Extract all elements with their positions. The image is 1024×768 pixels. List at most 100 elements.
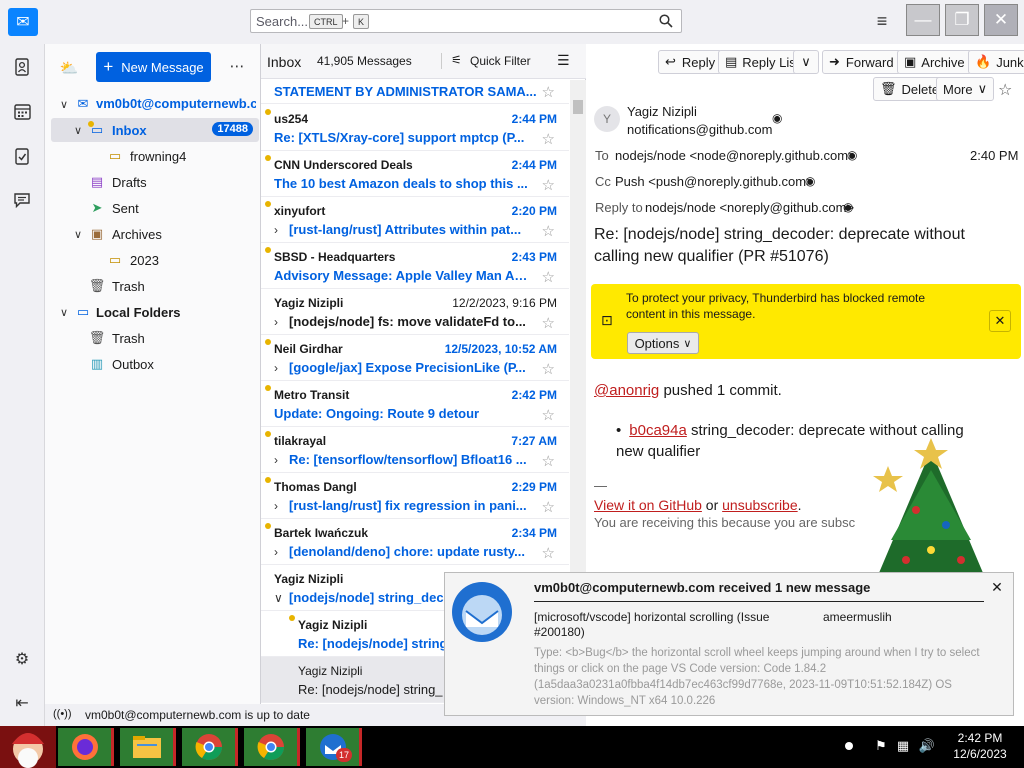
message-row[interactable]: Neil Girdhar 12/5/2023, 10:52 AM › [google/… <box>261 335 569 381</box>
folder-2023[interactable]: ▭ 2023 <box>51 248 259 272</box>
folder-drafts[interactable]: ▤ Drafts <box>51 170 259 194</box>
chrome-taskbar-icon-2[interactable] <box>244 728 300 766</box>
file-explorer-taskbar-icon[interactable] <box>120 728 176 766</box>
forward-button[interactable]: ➜ Forward <box>822 50 901 74</box>
message-row[interactable]: tilakrayal 7:27 AM › Re: [tensorflow/tensor… <box>261 427 569 473</box>
address-book-icon[interactable] <box>11 56 33 78</box>
display-options-icon[interactable]: ☰ <box>557 52 570 69</box>
star-icon[interactable]: ☆ <box>542 314 555 332</box>
contact-icon[interactable]: ◉ <box>805 174 815 188</box>
thread-expand-icon[interactable]: › <box>274 453 278 467</box>
to-value[interactable]: nodejs/node <node@noreply.github.com> <box>615 148 856 163</box>
star-icon[interactable]: ☆ <box>542 406 555 424</box>
message-row[interactable]: SBSD - Headquarters 2:43 PM Advisory Messa… <box>261 243 569 289</box>
taskbar-clock[interactable]: 2:42 PM 12/6/2023 <box>944 730 1016 762</box>
contact-icon[interactable]: ◉ <box>847 148 857 162</box>
network-tray-icon[interactable]: ▦ <box>894 736 912 756</box>
mail-space-icon[interactable]: ✉ <box>8 8 38 36</box>
user-link[interactable]: @anonrig <box>594 382 659 399</box>
volume-tray-icon[interactable]: 🔊 <box>918 736 936 756</box>
cc-value[interactable]: Push <push@noreply.github.com> <box>615 174 814 189</box>
archive-button[interactable]: ▣ Archive <box>897 50 972 74</box>
close-window-button[interactable]: ✕ <box>984 4 1018 36</box>
reply-list-dropdown[interactable]: ∨ <box>793 50 819 74</box>
view-github-link[interactable]: View it on GitHub <box>594 497 702 513</box>
search-icon[interactable] <box>657 12 675 30</box>
star-icon[interactable]: ☆ <box>542 130 555 148</box>
folder-pane-more-icon[interactable]: ⋯ <box>229 56 245 76</box>
unsubscribe-link[interactable]: unsubscribe <box>722 497 798 513</box>
thread-expand-icon[interactable]: › <box>274 223 278 237</box>
collapse-spaces-icon[interactable]: ⇤ <box>11 692 33 714</box>
chevron-down-icon[interactable]: ∨ <box>57 97 71 111</box>
tasks-icon[interactable] <box>11 145 33 167</box>
restore-button[interactable]: ❐ <box>945 4 979 36</box>
options-button[interactable]: Options ∨ <box>627 332 699 354</box>
minimize-button[interactable]: — <box>906 4 940 36</box>
settings-gear-icon[interactable]: ⚙ <box>11 648 33 670</box>
star-icon[interactable]: ☆ <box>542 268 555 286</box>
tray-dot-icon[interactable] <box>845 742 853 750</box>
star-icon[interactable]: ☆ <box>542 83 555 101</box>
chrome-taskbar-icon[interactable] <box>182 728 238 766</box>
star-icon[interactable]: ☆ <box>542 222 555 240</box>
reply-button[interactable]: ↩ Reply <box>658 50 723 74</box>
folder-sent[interactable]: ➤ Sent <box>51 196 259 220</box>
star-icon[interactable]: ☆ <box>542 498 555 516</box>
firefox-taskbar-icon[interactable] <box>58 728 114 766</box>
message-row[interactable]: Bartek Iwańczuk 2:34 PM › [denoland/deno] c… <box>261 519 569 565</box>
new-mail-notification[interactable]: vm0b0t@computernewb.com received 1 new m… <box>444 572 1014 716</box>
chat-icon[interactable] <box>11 189 33 211</box>
global-search-input[interactable]: Search... CTRL + K <box>250 9 682 33</box>
folder-inbox[interactable]: ∨ ▭ Inbox 17488 <box>51 118 259 142</box>
star-icon[interactable]: ☆ <box>542 544 555 562</box>
star-icon[interactable]: ☆ <box>542 360 555 378</box>
thread-expand-icon[interactable]: › <box>274 545 278 559</box>
star-icon[interactable]: ☆ <box>542 452 555 470</box>
chevron-down-icon[interactable]: ∨ <box>71 227 85 241</box>
flag-tray-icon[interactable]: ⚑ <box>872 736 890 756</box>
close-notification-button[interactable]: ✕ <box>989 310 1011 332</box>
pushed-text: pushed 1 commit. <box>663 382 782 399</box>
contact-icon[interactable]: ◉ <box>843 200 853 214</box>
more-button[interactable]: More ∨ <box>936 77 995 101</box>
folder-outbox[interactable]: ▥ Outbox <box>51 352 259 376</box>
app-menu-icon[interactable]: ≡ <box>871 10 893 32</box>
commit-link[interactable]: b0ca94a <box>629 422 687 439</box>
star-icon[interactable]: ☆ <box>998 80 1012 100</box>
thread-expand-icon[interactable]: › <box>274 361 278 375</box>
thunderbird-taskbar-icon[interactable]: 17 <box>306 728 362 766</box>
folder-trash[interactable]: 🗑 Trash <box>51 274 259 298</box>
sender-email[interactable]: notifications@github.com <box>627 122 772 137</box>
message-row[interactable]: Metro Transit 2:42 PM Update: Ongoing: Rou… <box>261 381 569 427</box>
star-icon[interactable]: ☆ <box>542 176 555 194</box>
thread-collapse-icon[interactable]: ∨ <box>274 591 283 605</box>
chevron-down-icon[interactable]: ∨ <box>57 305 71 319</box>
local-folders-row[interactable]: ∨ ▭ Local Folders <box>51 300 259 324</box>
sender-name[interactable]: Yagiz Nizipli <box>627 104 697 119</box>
start-button[interactable] <box>0 726 56 768</box>
online-status-icon[interactable]: ((•)) <box>53 708 72 720</box>
reply-to-value[interactable]: nodejs/node <noreply@github.com> <box>645 200 854 215</box>
get-messages-icon[interactable]: ⛅ <box>59 58 79 78</box>
contact-icon[interactable]: ◉ <box>772 111 782 125</box>
junk-button[interactable]: 🔥 Junk <box>968 50 1024 74</box>
message-row[interactable]: xinyufort 2:20 PM › [rust-lang/rust] Attrib… <box>261 197 569 243</box>
message-row[interactable]: CNN Underscored Deals 2:44 PM The 10 best … <box>261 151 569 197</box>
message-row[interactable]: Thomas Dangl 2:29 PM › [rust-lang/rust] fix… <box>261 473 569 519</box>
message-row[interactable]: us254 2:44 PM Re: [XTLS/Xray-core] support… <box>261 105 569 151</box>
calendar-icon[interactable] <box>11 100 33 122</box>
thread-expand-icon[interactable]: › <box>274 315 278 329</box>
message-row[interactable]: Yagiz Nizipli 12/2/2023, 9:16 PM › [nodejs/… <box>261 289 569 335</box>
quick-filter-button[interactable]: Quick Filter <box>470 54 531 68</box>
chevron-down-icon[interactable]: ∨ <box>71 123 85 137</box>
pinned-message-row[interactable]: STATEMENT BY ADMINISTRATOR SAMA... ☆ <box>261 80 569 104</box>
folder-local-trash[interactable]: 🗑 Trash <box>51 326 259 350</box>
thread-expand-icon[interactable]: › <box>274 499 278 513</box>
scroll-thumb[interactable] <box>573 100 583 114</box>
account-row[interactable]: ∨ ✉ vm0b0t@computernewb.com <box>51 92 259 116</box>
folder-archives[interactable]: ∨ ▣ Archives <box>51 222 259 246</box>
new-message-button[interactable]: + New Message <box>96 52 211 82</box>
folder-frowning4[interactable]: ▭ frowning4 <box>51 144 259 168</box>
close-notification-icon[interactable]: ✕ <box>988 578 1006 596</box>
